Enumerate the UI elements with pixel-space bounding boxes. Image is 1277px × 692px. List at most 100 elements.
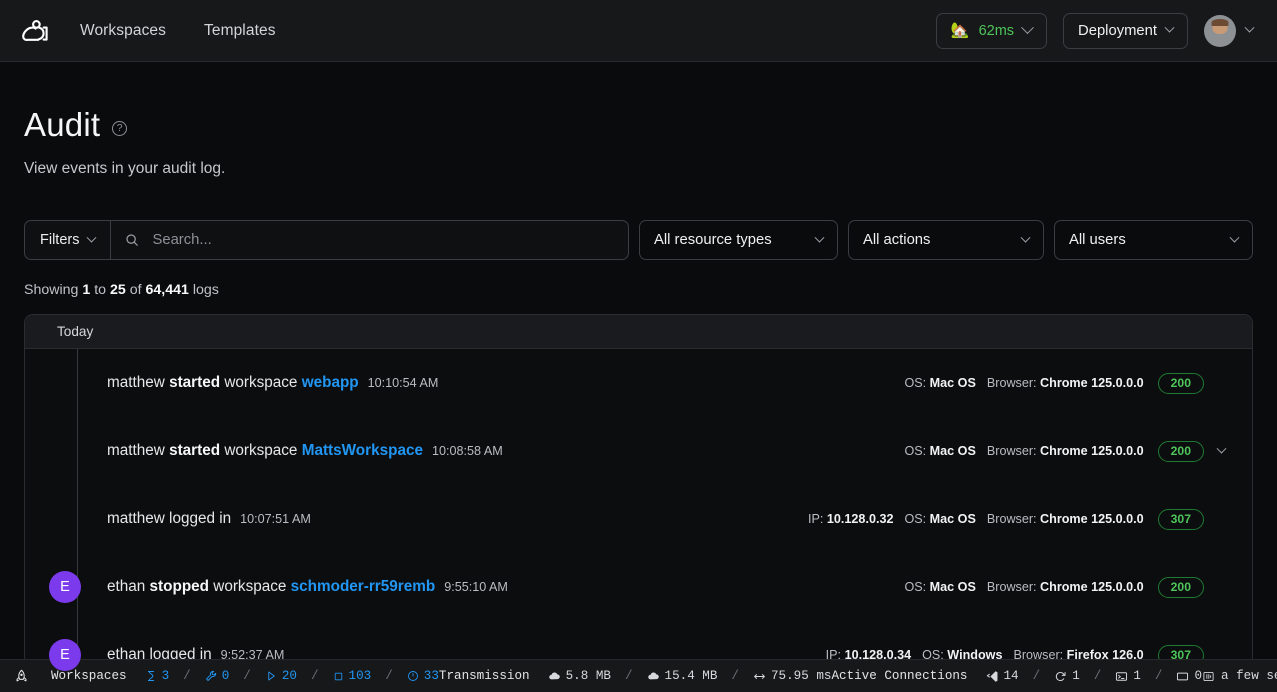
resource-type-select[interactable]: All resource types	[639, 220, 838, 260]
status-stat[interactable]: 1	[1054, 669, 1080, 683]
help-icon[interactable]: ?	[112, 121, 127, 136]
status-transmission-label: Transmission	[439, 669, 530, 683]
audit-browser: Browser: Chrome 125.0.0.0	[987, 444, 1144, 458]
audit-timestamp: 10:10:54 AM	[368, 376, 439, 390]
deployment-button[interactable]: Deployment	[1063, 13, 1188, 49]
search-icon	[125, 233, 139, 247]
audit-os: OS: Mac OS	[904, 512, 975, 526]
avatar: E	[49, 571, 81, 603]
audit-action: stopped	[150, 578, 210, 595]
filters-button[interactable]: Filters	[25, 221, 111, 259]
chevron-down-icon	[87, 232, 97, 242]
house-icon: 🏡	[951, 23, 970, 38]
showing-to: 25	[110, 282, 126, 298]
coder-logo-icon[interactable]	[16, 11, 56, 51]
status-stat[interactable]: 15.4 MB	[647, 669, 718, 683]
window-icon	[1176, 670, 1189, 683]
audit-target-link[interactable]: webapp	[302, 374, 359, 391]
refresh-text: a few seconds ago	[1221, 669, 1277, 683]
deployment-label: Deployment	[1078, 23, 1157, 39]
showing-total: 64,441	[145, 282, 188, 298]
status-stat-value: 3	[162, 669, 170, 683]
expand-row-button[interactable]	[1208, 448, 1234, 455]
wrench-icon	[205, 670, 217, 682]
status-stat[interactable]: 20	[265, 669, 297, 683]
audit-target-link[interactable]: schmoder-rr59remb	[291, 578, 436, 595]
audit-row[interactable]: matthew started workspace webapp10:10:54…	[25, 349, 1252, 417]
audit-timestamp: 10:07:51 AM	[240, 512, 311, 526]
chevron-down-icon	[1165, 23, 1175, 33]
audit-object-type: workspace	[220, 442, 302, 459]
users-value: All users	[1069, 232, 1126, 248]
avatar	[49, 435, 81, 467]
status-stat[interactable]: 75.95 ms	[753, 669, 831, 683]
audit-timestamp: 9:55:10 AM	[444, 580, 508, 594]
status-workspaces-label: Workspaces	[51, 669, 127, 683]
audit-user: matthew	[107, 442, 165, 459]
audit-log-card: Today matthew started workspace webapp10…	[24, 314, 1253, 690]
coder-rocket-icon[interactable]	[14, 669, 29, 684]
actions-select[interactable]: All actions	[848, 220, 1044, 260]
page-title-text: Audit	[24, 106, 100, 144]
status-stat-value: 103	[349, 669, 372, 683]
status-stat[interactable]: 0	[205, 669, 230, 683]
status-stat-value: 20	[282, 669, 297, 683]
audit-row-description: matthew started workspace MattsWorkspace…	[107, 442, 503, 460]
search-input[interactable]	[150, 231, 614, 249]
nav-link-templates[interactable]: Templates	[204, 22, 276, 40]
resource-type-value: All resource types	[654, 232, 772, 248]
clock-icon	[407, 670, 419, 682]
audit-browser: Browser: Chrome 125.0.0.0	[987, 512, 1144, 526]
status-stat[interactable]: 0	[1176, 669, 1202, 683]
page-title: Audit ?	[24, 106, 1253, 144]
search-group: Filters	[24, 220, 629, 260]
status-stat[interactable]: 103	[333, 669, 372, 683]
status-stat-value: 14	[1004, 669, 1019, 683]
audit-row-meta: OS: Mac OSBrowser: Chrome 125.0.0.0200	[904, 577, 1204, 598]
audit-row-description: matthew logged in10:07:51 AM	[107, 510, 311, 528]
showing-mid1: to	[90, 282, 110, 298]
terminal-icon	[1115, 670, 1128, 683]
audit-row-description: matthew started workspace webapp10:10:54…	[107, 374, 438, 392]
audit-os: OS: Mac OS	[904, 580, 975, 594]
status-badge: 200	[1158, 373, 1204, 394]
jetbrains-icon	[1054, 670, 1067, 683]
audit-user: matthew	[107, 374, 165, 391]
audit-target-link[interactable]: MattsWorkspace	[302, 442, 423, 459]
audit-row-list: matthew started workspace webapp 10:10:54…	[25, 349, 1252, 689]
status-stat[interactable]: 14	[986, 669, 1019, 683]
status-stat[interactable]: 3	[145, 669, 170, 683]
refresh-status[interactable]: a few seconds ago	[1202, 669, 1277, 683]
chevron-down-icon	[1021, 232, 1031, 242]
status-separator: /	[1094, 669, 1102, 683]
page-subtitle: View events in your audit log.	[24, 160, 1253, 178]
audit-row-meta: IP: 10.128.0.32OS: Mac OSBrowser: Chrome…	[808, 509, 1204, 530]
status-separator: /	[243, 669, 251, 683]
audit-action: started	[169, 374, 220, 391]
status-stat[interactable]: 1	[1115, 669, 1141, 683]
status-stat[interactable]: 5.8 MB	[548, 669, 611, 683]
audit-row[interactable]: Eethan stopped workspace schmoder-rr59re…	[25, 553, 1252, 621]
avatar	[49, 503, 81, 535]
audit-object-type: logged in	[165, 510, 231, 527]
user-menu-button[interactable]	[1204, 15, 1253, 47]
status-bar: Workspaces 3 / 0 / 20 / 103 / 33 Transmission 5.…	[0, 659, 1277, 692]
status-separator: /	[385, 669, 393, 683]
chevron-down-icon	[1021, 21, 1034, 34]
status-badge: 200	[1158, 441, 1204, 462]
latency-button[interactable]: 🏡 62ms	[936, 13, 1047, 49]
users-select[interactable]: All users	[1054, 220, 1253, 260]
audit-os: OS: Mac OS	[904, 376, 975, 390]
avatar	[49, 367, 81, 399]
actions-value: All actions	[863, 232, 930, 248]
status-stat-value: 5.8 MB	[566, 669, 611, 683]
status-separator: /	[311, 669, 319, 683]
transmission-stats: 5.8 MB/15.4 MB/75.95 ms	[548, 669, 832, 683]
search-field	[111, 221, 628, 259]
status-stat-value: 1	[1072, 669, 1080, 683]
pending-icon	[145, 670, 157, 682]
audit-row[interactable]: matthew logged in10:07:51 AMIP: 10.128.0…	[25, 485, 1252, 553]
nav-link-workspaces[interactable]: Workspaces	[80, 22, 166, 40]
status-stat[interactable]: 33	[407, 669, 439, 683]
audit-row[interactable]: matthew started workspace MattsWorkspace…	[25, 417, 1252, 485]
